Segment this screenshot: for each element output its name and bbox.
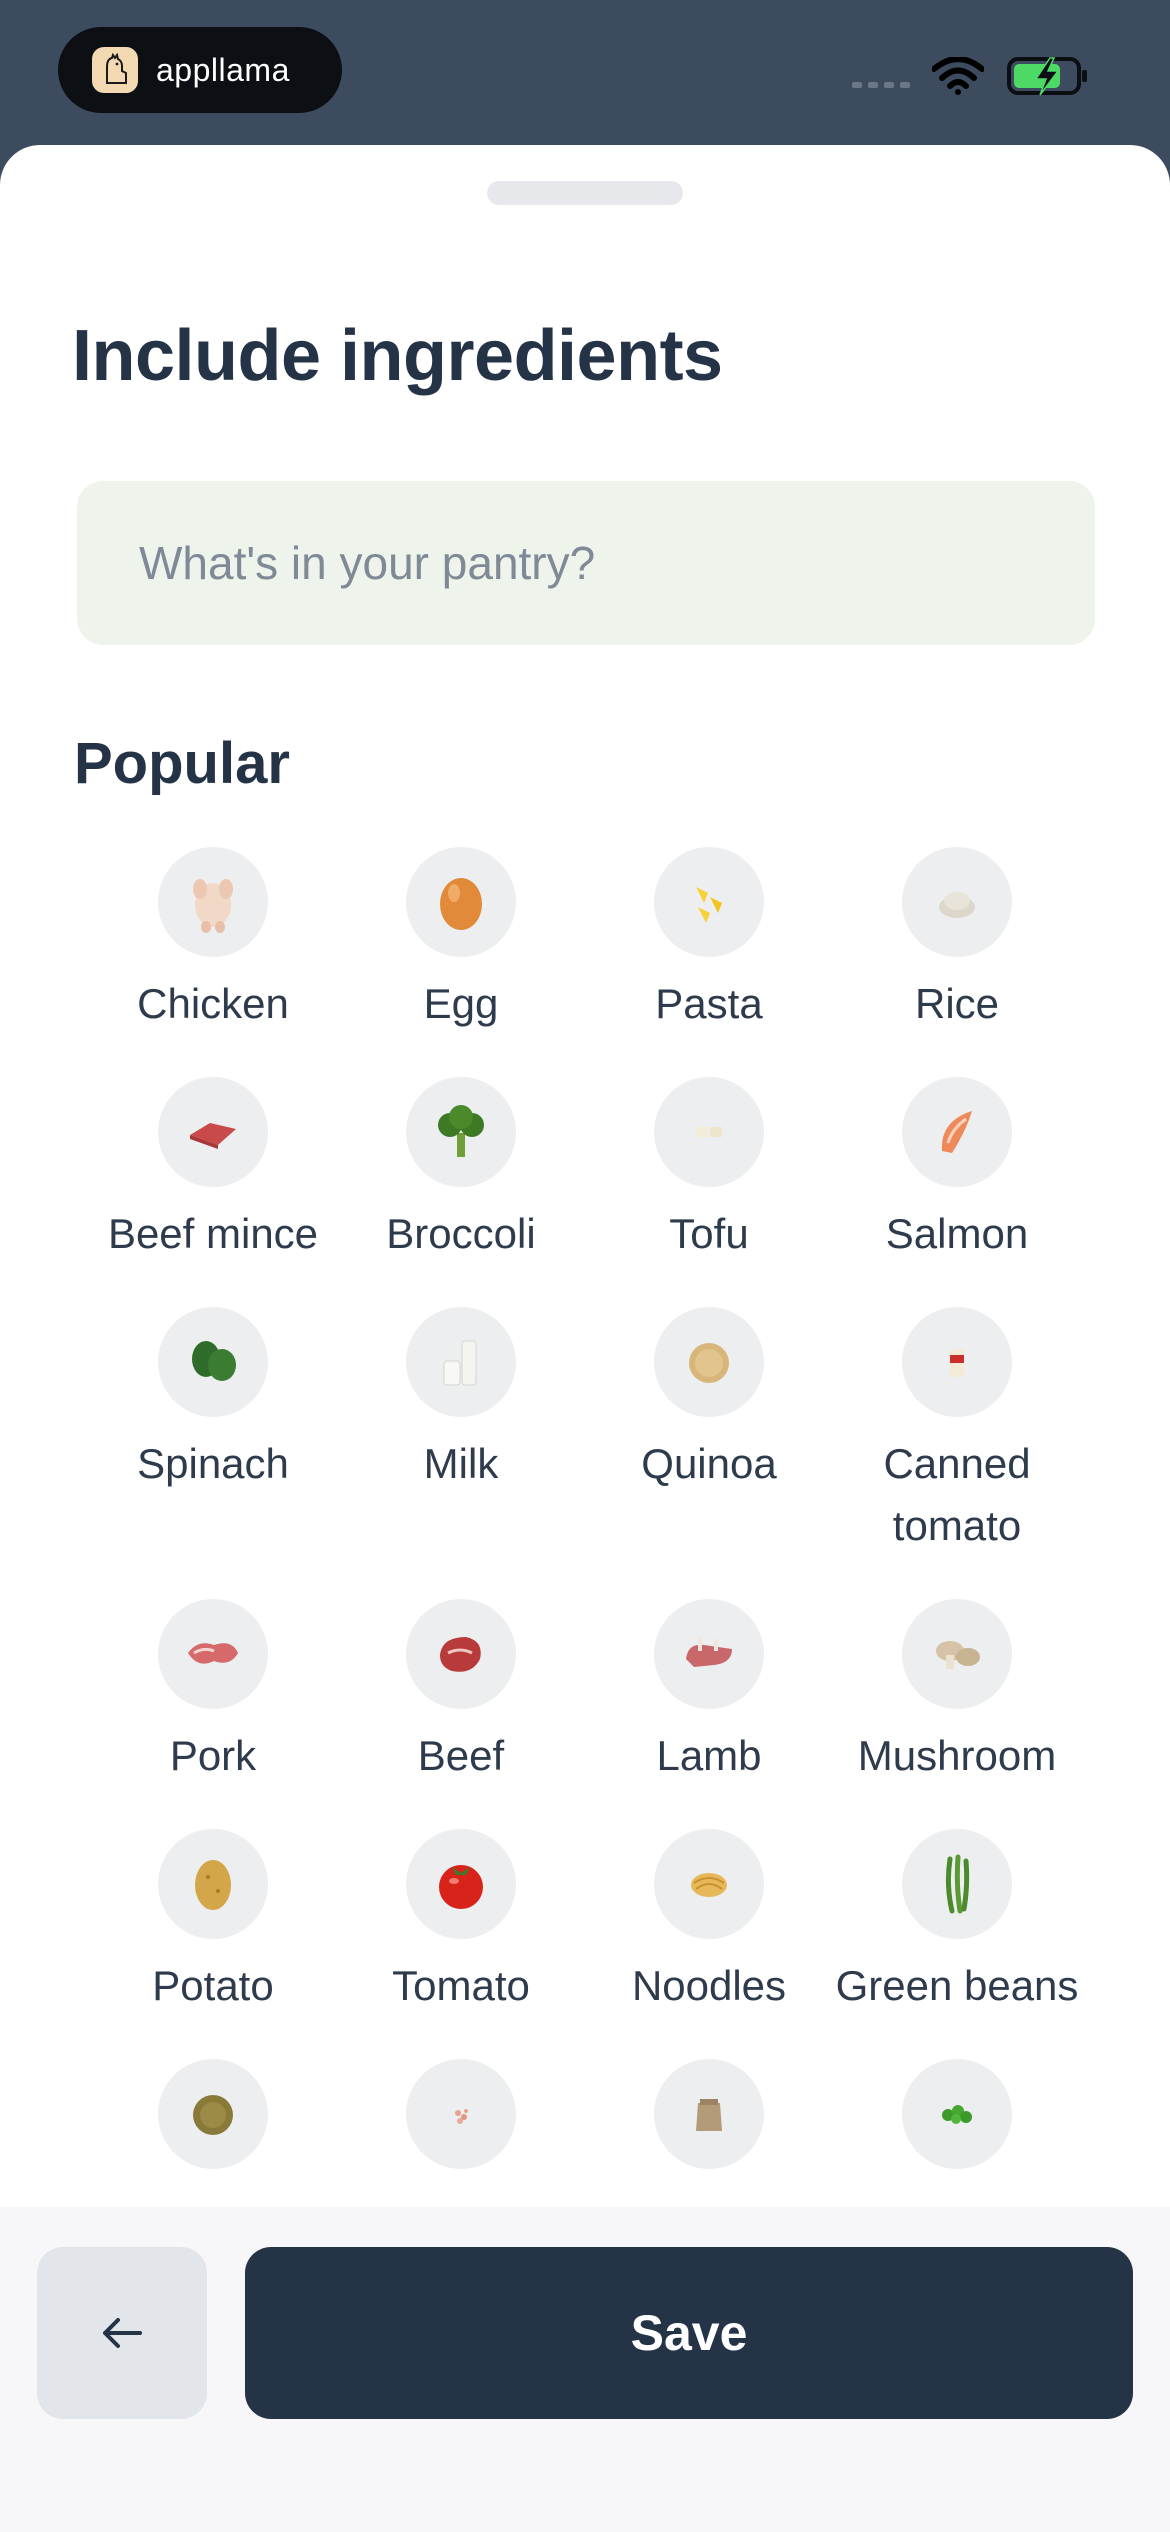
arrow-left-icon bbox=[103, 2318, 142, 2348]
broccoli-icon bbox=[406, 1077, 516, 1187]
ingredient-chicken[interactable]: Chicken bbox=[89, 847, 337, 1035]
battery-charging-icon bbox=[1007, 57, 1087, 96]
ingredient-flour[interactable] bbox=[585, 2059, 833, 2185]
ingredient-label: Chicken bbox=[137, 980, 289, 1027]
ingredient-salmon[interactable]: Salmon bbox=[833, 1077, 1081, 1265]
ingredient-label: Pork bbox=[169, 1732, 257, 1779]
ingredient-tomato[interactable]: Tomato bbox=[337, 1829, 585, 2017]
ingredient-label: Egg bbox=[423, 980, 499, 1027]
ingredient-tofu[interactable]: Tofu bbox=[585, 1077, 833, 1265]
mushroom-icon bbox=[902, 1599, 1012, 1709]
ingredient-label: Tofu bbox=[669, 1210, 749, 1257]
quinoa-icon bbox=[654, 1307, 764, 1417]
flour-icon bbox=[654, 2059, 764, 2169]
chicken-icon bbox=[158, 847, 268, 957]
egg-icon bbox=[406, 847, 516, 957]
ingredient-milk[interactable]: Milk bbox=[337, 1307, 585, 1557]
llama-logo-icon bbox=[92, 47, 138, 93]
ingredient-pasta[interactable]: Pasta bbox=[585, 847, 833, 1035]
status-bar: appllama bbox=[0, 0, 1170, 145]
ingredient-label: Spinach bbox=[137, 1440, 289, 1487]
ingredient-label: Lamb bbox=[656, 1732, 762, 1779]
ingredient-grid: Chicken Egg Pasta Rice Beef mince Brocco… bbox=[89, 847, 1081, 2185]
ingredient-label: Rice bbox=[914, 980, 1000, 1027]
tofu-icon bbox=[654, 1077, 764, 1187]
ingredient-label: Potato bbox=[152, 1962, 274, 2009]
ingredient-label: Noodles bbox=[631, 1962, 787, 2009]
ingredient-rice[interactable]: Rice bbox=[833, 847, 1081, 1035]
ingredient-spinach[interactable]: Spinach bbox=[89, 1307, 337, 1557]
ingredient-potato[interactable]: Potato bbox=[89, 1829, 337, 2017]
wifi-icon bbox=[932, 57, 984, 95]
tomato-icon bbox=[406, 1829, 516, 1939]
ingredients-sheet: Include ingredients Popular Chicken Egg … bbox=[0, 145, 1170, 2532]
noodles-icon bbox=[654, 1829, 764, 1939]
signal-icon bbox=[852, 82, 910, 88]
milk-icon bbox=[406, 1307, 516, 1417]
ingredient-pork[interactable]: Pork bbox=[89, 1599, 337, 1787]
ingredient-quinoa[interactable]: Quinoa bbox=[585, 1307, 833, 1557]
lentils-icon bbox=[158, 2059, 268, 2169]
ingredient-peas[interactable] bbox=[833, 2059, 1081, 2185]
ingredient-label: Beef bbox=[417, 1732, 505, 1779]
spinach-icon bbox=[158, 1307, 268, 1417]
app-badge: appllama bbox=[58, 27, 342, 113]
beef-icon bbox=[406, 1599, 516, 1709]
peas-icon bbox=[902, 2059, 1012, 2169]
salmon-icon bbox=[902, 1077, 1012, 1187]
section-title-popular: Popular bbox=[74, 731, 290, 796]
pantry-search-input[interactable] bbox=[77, 481, 1095, 645]
beef-mince-icon bbox=[158, 1077, 268, 1187]
ingredient-noodles[interactable]: Noodles bbox=[585, 1829, 833, 2017]
ingredient-lentils[interactable] bbox=[89, 2059, 337, 2185]
pasta-icon bbox=[654, 847, 764, 957]
page-title: Include ingredients bbox=[72, 316, 723, 396]
ingredient-egg[interactable]: Egg bbox=[337, 847, 585, 1035]
ingredient-salt[interactable] bbox=[337, 2059, 585, 2185]
potato-icon bbox=[158, 1829, 268, 1939]
status-icons bbox=[852, 55, 1090, 97]
canned-tomato-icon bbox=[902, 1307, 1012, 1417]
ingredient-label: Mushroom bbox=[857, 1732, 1057, 1779]
save-button[interactable]: Save bbox=[245, 2247, 1133, 2419]
ingredient-canned-tomato[interactable]: Canned tomato bbox=[833, 1307, 1081, 1557]
ingredient-beef-mince[interactable]: Beef mince bbox=[89, 1077, 337, 1265]
brand-name: appllama bbox=[156, 51, 290, 88]
back-button[interactable] bbox=[37, 2247, 207, 2419]
rice-icon bbox=[902, 847, 1012, 957]
pork-icon bbox=[158, 1599, 268, 1709]
ingredient-lamb[interactable]: Lamb bbox=[585, 1599, 833, 1787]
ingredient-mushroom[interactable]: Mushroom bbox=[833, 1599, 1081, 1787]
lamb-icon bbox=[654, 1599, 764, 1709]
ingredient-label: Beef mince bbox=[107, 1210, 319, 1257]
ingredient-label: Salmon bbox=[885, 1210, 1029, 1257]
ingredient-label: Milk bbox=[423, 1440, 499, 1487]
ingredient-label: Pasta bbox=[655, 980, 763, 1027]
ingredient-label: Canned tomato bbox=[883, 1440, 1031, 1549]
ingredient-green-beans[interactable]: Green beans bbox=[833, 1829, 1081, 2017]
sheet-grabber[interactable] bbox=[487, 181, 683, 205]
ingredient-label: Green beans bbox=[835, 1962, 1079, 2009]
green-beans-icon bbox=[902, 1829, 1012, 1939]
ingredient-beef[interactable]: Beef bbox=[337, 1599, 585, 1787]
ingredient-label: Broccoli bbox=[386, 1210, 536, 1257]
salt-icon bbox=[406, 2059, 516, 2169]
ingredient-label: Tomato bbox=[392, 1962, 530, 2009]
ingredient-label: Quinoa bbox=[641, 1440, 777, 1487]
ingredient-broccoli[interactable]: Broccoli bbox=[337, 1077, 585, 1265]
